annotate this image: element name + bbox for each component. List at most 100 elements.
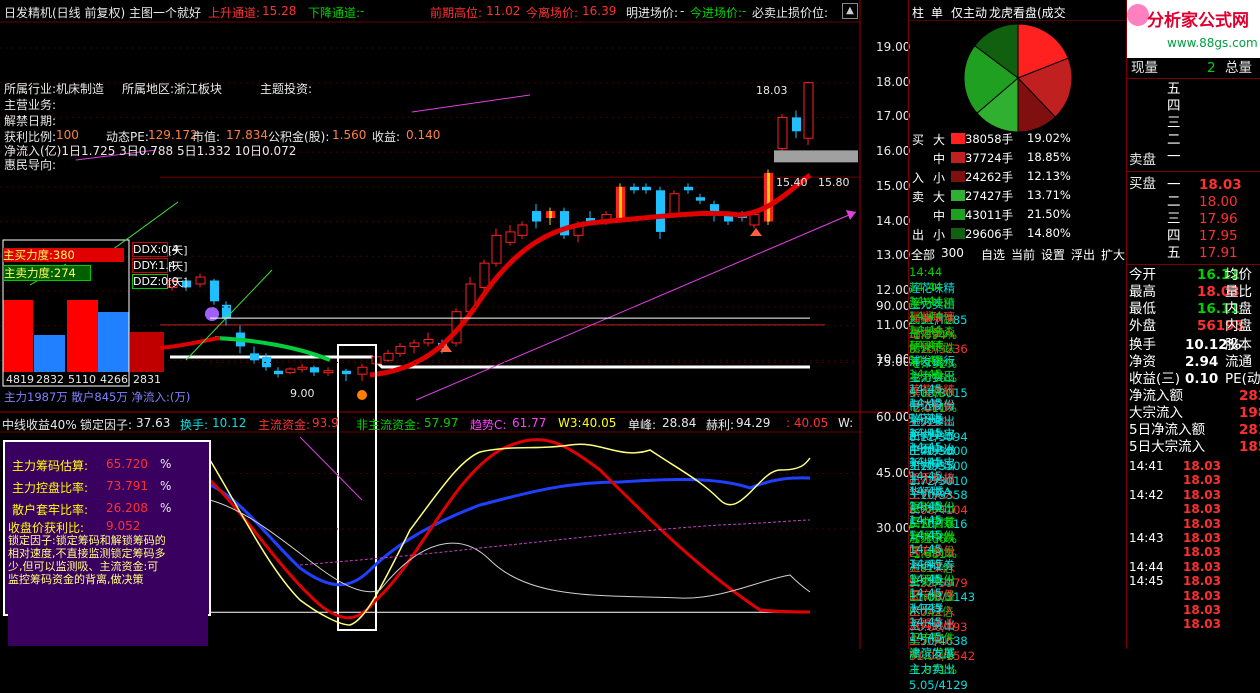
trade-row[interactable]: 14:45 中国中冶 主力卖出 1.72/3010: [909, 425, 1127, 488]
trade-row[interactable]: 14:45 瑞茂通 主力卖出 8.40/3000: [909, 395, 1127, 458]
filter-0[interactable]: 全部: [911, 246, 935, 263]
stat-label: 最低: [1129, 301, 1156, 317]
trade-time: 14:45: [909, 527, 943, 542]
force-bottom-text: 主力1987万 散户845万 净流入:(万): [4, 390, 191, 404]
stat-label: 外盘: [1129, 318, 1156, 334]
candle-body-6: [250, 353, 259, 361]
trade-row[interactable]: 14:45 安妮股份 区间放量 7.817倍: [909, 512, 1127, 575]
buy-level-price: 17.95: [1199, 228, 1238, 244]
filter-1[interactable]: 300: [941, 246, 964, 260]
flow-value: 198: [1239, 405, 1260, 421]
trade-row[interactable]: 14:44 福建金森 加速下跌 -1.792%: [909, 308, 1127, 371]
trade-row[interactable]: 14:45 华侨城A 主力卖出 5.10/T016: [909, 468, 1127, 531]
divider-line: [1127, 264, 1260, 265]
trade-row[interactable]: 14:45 北京君正 平台跳水 -2.011%: [909, 352, 1127, 415]
chip-row2-value: 73.791: [106, 479, 148, 493]
logo-url: www.88gs.com: [1167, 36, 1258, 50]
price-tick-label: 13.00: [876, 248, 911, 263]
profit-ratio-value: 100: [56, 128, 79, 142]
trade-time: 14:44: [909, 279, 943, 294]
sell-level-3: 三: [1167, 115, 1181, 131]
flow-label: 大宗流入: [1129, 405, 1183, 421]
trade-row[interactable]: 14:45 津滨发展 主力卖出 5.05/4129: [909, 629, 1127, 692]
trade-row[interactable]: 14:45 申达股份 主力卖出 8.11/3094: [909, 381, 1127, 444]
fund-value: 1.560: [332, 128, 367, 142]
filter-2[interactable]: 自选: [981, 246, 1005, 263]
force-bar-2: [34, 335, 65, 372]
buy-row-percent: 19.02%: [1027, 131, 1071, 145]
price-tick-label: 14.00: [876, 213, 911, 228]
trade-row[interactable]: 14:44 莲花味精 加速下跌 -1.894%: [909, 279, 1127, 342]
trade-row[interactable]: 14:45 太平洋 主力卖出 5.50/4638: [909, 585, 1127, 648]
sell-level-4: 二: [1167, 132, 1181, 148]
trade-row[interactable]: 14:45 巨力索具 加速下跌 -1.681%: [909, 498, 1127, 561]
trade-time: 14:45: [909, 411, 943, 425]
price-tick-label: 15.00: [876, 178, 911, 193]
trade-row[interactable]: 14:44 浦发银行 主力卖出 9.08/3015: [909, 337, 1127, 400]
trade-time: 14:44: [909, 338, 943, 352]
trade-stock: 津滨发展: [909, 646, 955, 660]
income-value: 0.140: [406, 128, 441, 142]
flow-value: 281: [1239, 422, 1260, 438]
candle-body-12: [323, 370, 334, 374]
force-bar-1-label: 4819: [6, 373, 34, 386]
candle-body-26: [517, 224, 528, 236]
trade-row[interactable]: 14:44 硕贝德 平台跳水 -2.016%: [909, 322, 1127, 385]
buy-row-side: 入: [912, 171, 925, 185]
ddy-label: DDY:1.4: [132, 258, 176, 273]
trend-label: 趋势C:: [470, 418, 507, 432]
buy-level-label: 四: [1167, 228, 1181, 244]
mktcap-value: 17.834: [226, 128, 268, 142]
trade-row[interactable]: 14:45 新湖中宝 主力卖出 3.10/3358: [909, 439, 1127, 502]
candle-body-25: [505, 231, 516, 243]
tab-single[interactable]: 单: [931, 4, 943, 21]
tick-time: 14:41: [1129, 459, 1164, 473]
price-tick-label: 17.00: [876, 109, 911, 124]
sell-row-swatch: [951, 209, 965, 220]
stat-label2: 股本: [1225, 337, 1252, 353]
price-tick-label: 19.00: [876, 40, 911, 54]
sell-row-size: 中: [933, 209, 946, 223]
low-price-note: 9.00: [290, 387, 315, 400]
force-bar-2-label: 2832: [36, 373, 64, 386]
sell-row-percent: 14.80%: [1027, 226, 1071, 240]
buy-level-label: 五: [1167, 245, 1181, 261]
trade-row[interactable]: 14:45 卫宁软件 主力买入 70.00/T93: [909, 571, 1127, 634]
today-entry-value: -: [742, 4, 747, 18]
filter-5[interactable]: 浮出: [1071, 246, 1095, 263]
logo-banner: 分析家公式网 www.88gs.com: [1127, 0, 1260, 58]
trade-row[interactable]: 14:45 宝德股份 区间放量 8.042倍: [909, 556, 1127, 619]
trade-row[interactable]: 14:45 银轮股份 高位回落 -1.566%: [909, 483, 1127, 546]
filter-3[interactable]: 当前: [1011, 246, 1035, 263]
stat-label2: 流通: [1225, 354, 1252, 370]
extra-value: : 40.05: [786, 416, 829, 430]
tab-column[interactable]: 柱: [912, 4, 924, 21]
trade-row[interactable]: 14:44 福耀玻璃 主力买入 8.10/3236: [909, 293, 1127, 356]
chip-row1-value: 65.720: [106, 457, 148, 471]
flow-value: 185: [1239, 439, 1260, 455]
sell-board-label: 卖盘: [1129, 152, 1156, 168]
trade-row[interactable]: 14:45 卫宁软件 高位回落 -1.871%: [909, 614, 1127, 677]
trade-row[interactable]: 14:45 同方股份 主力买入 9.53/5979: [909, 527, 1127, 590]
trade-time: 14:45: [909, 586, 943, 601]
kline-chart-area[interactable]: 日发精机(日线 前复权) 主图一个就好 上升通道: 15.28 下降通道: - …: [0, 0, 911, 649]
trade-time: 14:45: [909, 454, 943, 469]
buy-row-volume: 38058手: [965, 132, 1014, 146]
trade-row[interactable]: 14:45 海通证券 主力卖出 11.00/3143: [909, 541, 1127, 604]
trade-row[interactable]: 14:44 莲花味精 主力卖出 2.51/T285: [909, 264, 1127, 327]
trade-time: 14:44: [909, 294, 943, 309]
tick-time: 14:45: [1129, 574, 1164, 589]
down-channel-label: 下降通道:: [308, 6, 361, 20]
tab-active-only[interactable]: 仅主动: [951, 4, 987, 21]
trade-row[interactable]: 14:45 新湖中宝 主力卖出 3.10/3500: [909, 410, 1127, 473]
tab-dragon-tiger[interactable]: 龙虎看盘(成交: [989, 4, 1066, 21]
trade-row[interactable]: 14:45 双鹭药业 主力买入 51.00/1542: [909, 600, 1127, 663]
price-tick-label: 16.00: [876, 144, 911, 159]
buy-level-label: 一: [1167, 177, 1181, 193]
trade-row[interactable]: 14:45 莲花味精 低位反弹 1.515%: [909, 366, 1127, 429]
filter-6[interactable]: 扩大: [1101, 246, 1125, 263]
filter-4[interactable]: 设置: [1041, 246, 1065, 263]
up-scroll-icon[interactable]: ▲: [842, 3, 858, 19]
trade-row[interactable]: 14:45 凯乐科技 主力买入 8.08/4104: [909, 454, 1127, 517]
theme-text: 主题投资:: [260, 82, 313, 96]
